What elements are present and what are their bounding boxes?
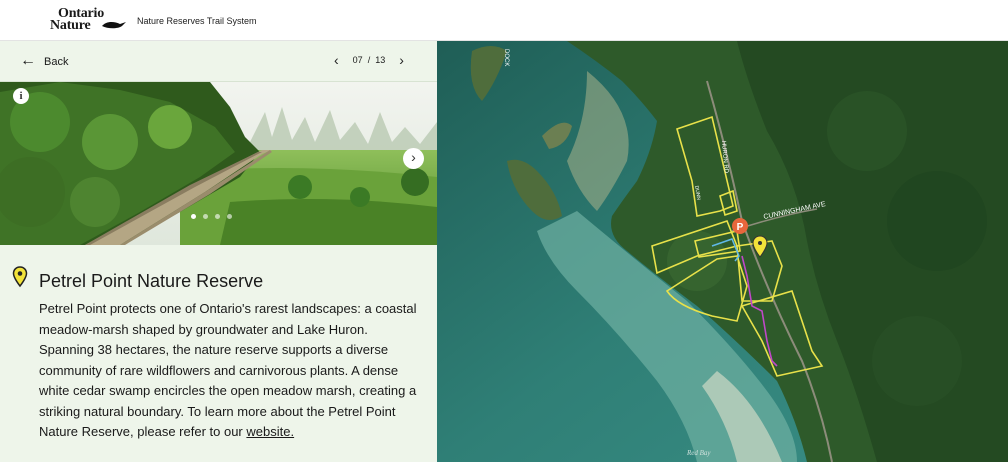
reserve-description: Petrel Point protects one of Ontario's r… xyxy=(39,299,419,443)
pager-separator: / xyxy=(367,55,371,65)
carousel-next-button[interactable]: › xyxy=(403,148,424,169)
carousel-dot[interactable] xyxy=(203,214,208,219)
logo-line-2: Nature xyxy=(50,18,91,33)
description-text: Petrel Point protects one of Ontario's r… xyxy=(39,301,417,439)
reserve-panel: ← Back ‹ 07 / 13 › i › Petrel Point Natu… xyxy=(0,41,437,462)
carousel-dot[interactable] xyxy=(227,214,232,219)
site-title: Nature Reserves Trail System xyxy=(137,16,257,26)
carousel-dots xyxy=(191,214,232,219)
back-button[interactable]: ← Back xyxy=(20,52,69,69)
back-label: Back xyxy=(44,56,69,68)
next-reserve-button[interactable]: › xyxy=(399,53,404,67)
boardwalk-photo xyxy=(0,82,437,245)
carousel-dot[interactable] xyxy=(191,214,196,219)
ontario-nature-logo[interactable]: Ontario Nature xyxy=(50,6,130,36)
photo-carousel[interactable]: i › xyxy=(0,82,437,245)
site-header: Ontario Nature Nature Reserves Trail Sys… xyxy=(0,0,1008,41)
svg-text:P: P xyxy=(737,222,744,233)
carousel-dot[interactable] xyxy=(215,214,220,219)
info-icon[interactable]: i xyxy=(13,88,29,104)
pager-total: 13 xyxy=(375,55,386,65)
map-canvas: P CUNNINGHAM AVE HURON RD DOCK DUNN Red … xyxy=(437,41,1008,462)
prev-reserve-button[interactable]: ‹ xyxy=(334,53,339,67)
satellite-map[interactable]: P CUNNINGHAM AVE HURON RD DOCK DUNN Red … xyxy=(437,41,1008,462)
pager: ‹ 07 / 13 › xyxy=(334,53,404,67)
website-link[interactable]: website. xyxy=(246,424,294,439)
map-label-dock: DOCK xyxy=(503,49,509,66)
panel-nav: ← Back ‹ 07 / 13 › xyxy=(0,41,437,82)
reserve-title: Petrel Point Nature Reserve xyxy=(39,271,264,291)
map-label-bay: Red Bay xyxy=(686,449,711,457)
pager-current: 07 xyxy=(352,55,363,65)
loon-icon xyxy=(102,21,126,29)
parking-marker[interactable]: P xyxy=(732,218,748,234)
arrow-left-icon: ← xyxy=(20,52,36,69)
location-pin-icon xyxy=(12,266,28,288)
